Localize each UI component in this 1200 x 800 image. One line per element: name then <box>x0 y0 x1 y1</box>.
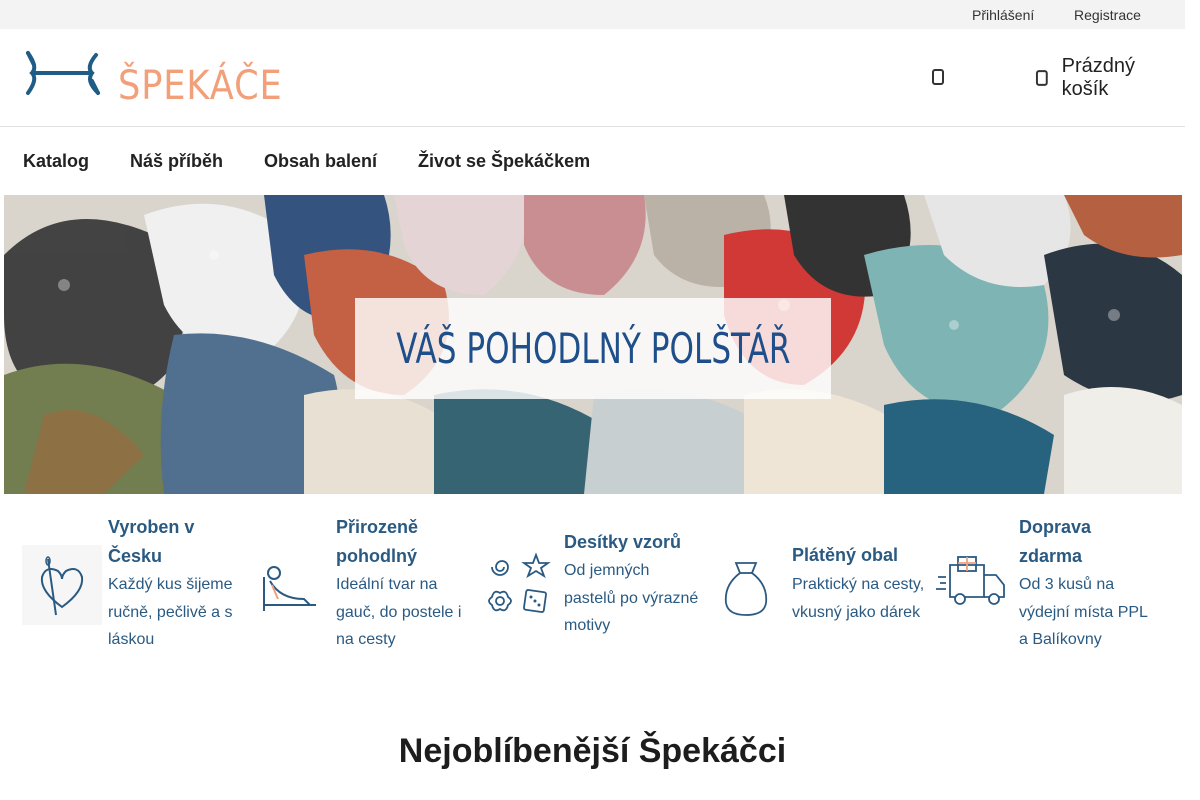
section-heading: Nejoblíbenější Špekáčci <box>398 732 787 770</box>
cart-button[interactable]: Prázdný košík <box>1034 55 1185 100</box>
hero-caption-box: VÁŠ POHODLNÝ POLŠTÁŘ <box>355 298 831 399</box>
needle-heart-icon <box>22 545 102 625</box>
cart-icon <box>1035 70 1048 86</box>
benefit-patterns: Desítky vzorů Od jemných pastelů po výra… <box>478 505 698 655</box>
login-link[interactable]: Přihlášení <box>972 7 1034 23</box>
benefit-comfort: Přirozeně pohodlný Ideální tvar na gauč,… <box>250 505 470 655</box>
search-icon <box>932 69 944 85</box>
benefit-title: Přirozeně pohodlný <box>336 517 419 566</box>
hero-caption-text: VÁŠ POHODLNÝ POLŠTÁŘ <box>395 324 791 373</box>
search-button[interactable] <box>924 63 952 91</box>
benefit-text: Každý kus šijeme ručně, pečlivě a s lásk… <box>108 576 233 648</box>
site-logo[interactable]: ŠPEKÁČEK.CZ <box>22 43 284 105</box>
benefit-title: Doprava zdarma <box>1019 517 1092 566</box>
benefit-title: Desítky vzorů <box>564 532 682 552</box>
benefit-cloth-cover: Plátěný obal Praktický na cesty, vkusný … <box>706 505 936 655</box>
benefit-title: Vyroben v Česku <box>108 517 195 566</box>
benefit-free-shipping: Doprava zdarma Od 3 kusů na výdejní míst… <box>934 505 1164 655</box>
patterns-icon <box>488 552 551 613</box>
site-header: ŠPEKÁČEK.CZ Prázdný košík <box>0 29 1185 127</box>
cloth-bag-icon <box>724 562 768 616</box>
register-link[interactable]: Registrace <box>1074 7 1141 23</box>
cart-label: Prázdný košík <box>1061 55 1136 100</box>
benefit-made-in-czech: Vyroben v Česku Každý kus šijeme ručně, … <box>22 505 242 655</box>
person-resting-icon <box>263 566 316 611</box>
benefit-title: Plátěný obal <box>792 545 899 565</box>
nav-item-life-with-spekacek[interactable]: Život se Špekáčkem <box>418 151 590 172</box>
delivery-truck-icon <box>936 556 1005 605</box>
top-utility-bar: Přihlášení Registrace <box>0 0 1185 29</box>
benefit-text: Od 3 kusů na výdejní místa PPL a Balíkov… <box>1019 576 1148 648</box>
nav-item-package-contents[interactable]: Obsah balení <box>264 151 377 172</box>
nav-item-catalog[interactable]: Katalog <box>23 151 89 172</box>
benefit-text: Ideální tvar na gauč, do postele i na ce… <box>336 576 462 648</box>
benefits-row: Vyroben v Česku Každý kus šijeme ručně, … <box>0 505 1185 665</box>
benefit-text: Od jemných pastelů po výrazné motivy <box>564 562 699 634</box>
main-navigation: Katalog Náš příběh Obsah balení Život se… <box>0 127 1185 195</box>
benefit-text: Praktický na cesty, vkusný jako dárek <box>792 576 925 621</box>
nav-item-our-story[interactable]: Náš příběh <box>130 151 223 172</box>
svg-text:ŠPEKÁČEK.CZ: ŠPEKÁČEK.CZ <box>118 62 284 105</box>
hero-banner[interactable]: VÁŠ POHODLNÝ POLŠTÁŘ <box>4 195 1182 494</box>
